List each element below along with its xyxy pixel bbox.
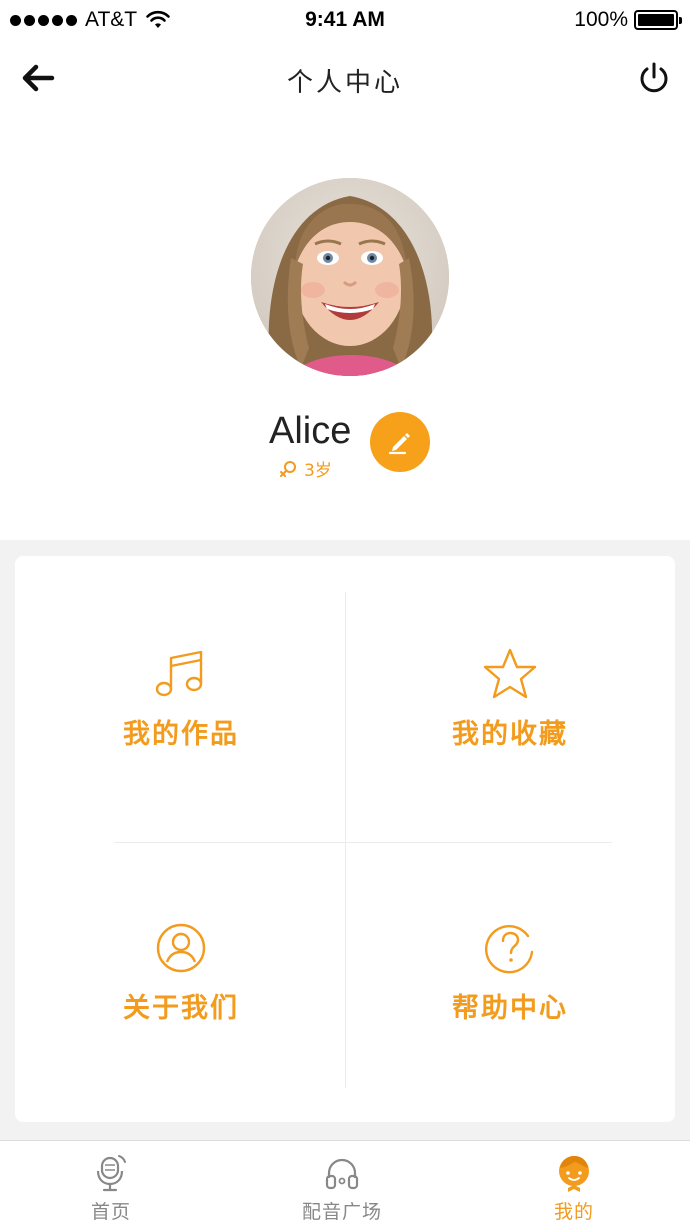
tab-label: 配音广场 <box>301 1201 382 1223</box>
page-title: 个人中心 <box>286 68 403 98</box>
menu-item-help-center[interactable]: 帮助中心 <box>370 918 650 1068</box>
logout-button[interactable] <box>636 60 672 96</box>
tab-mine[interactable]: 我的 <box>494 1153 654 1225</box>
kid-face-icon <box>554 1153 594 1193</box>
menu-card: 我的作品 我的收藏 关于我们 帮助中心 <box>15 556 675 1122</box>
menu-item-label: 关于我们 <box>123 993 239 1024</box>
grid-divider-vertical <box>345 592 346 1088</box>
menu-item-label: 我的作品 <box>123 719 239 750</box>
tab-label: 首页 <box>90 1201 131 1223</box>
profile-section: Alice 3岁 <box>0 114 690 540</box>
menu-item-my-favorites[interactable]: 我的收藏 <box>370 644 650 794</box>
nav-bar: 个人中心 <box>0 42 690 114</box>
menu-item-about-us[interactable]: 关于我们 <box>41 918 321 1068</box>
user-circle-icon <box>151 918 211 978</box>
grid-divider-horizontal <box>114 842 612 843</box>
headphones-icon <box>322 1153 362 1193</box>
tab-bar: 首页 配音广场 我的 <box>0 1140 690 1227</box>
user-age: 3岁 <box>304 461 332 481</box>
menu-item-label: 我的收藏 <box>452 719 568 750</box>
menu-item-my-works[interactable]: 我的作品 <box>41 644 321 794</box>
status-right: 100% <box>574 8 682 32</box>
user-name: Alice <box>269 410 352 452</box>
avatar[interactable] <box>251 178 449 376</box>
star-icon <box>480 644 540 704</box>
tab-label: 我的 <box>553 1201 594 1223</box>
status-bar: AT&T 9:41 AM 100% <box>0 0 690 42</box>
menu-item-label: 帮助中心 <box>452 993 568 1024</box>
power-icon <box>640 62 668 93</box>
edit-profile-button[interactable] <box>370 412 430 472</box>
tab-dubbing-square[interactable]: 配音广场 <box>262 1153 422 1225</box>
avatar-photo <box>251 178 449 376</box>
user-meta: 3岁 <box>278 456 332 481</box>
pencil-icon <box>388 433 410 455</box>
name-row: Alice <box>0 410 690 472</box>
question-circle-icon <box>480 918 540 978</box>
music-note-icon <box>151 644 211 704</box>
battery-percent: 100% <box>574 8 628 31</box>
female-icon <box>280 460 296 477</box>
microphone-icon <box>91 1153 131 1193</box>
tab-home[interactable]: 首页 <box>31 1153 191 1225</box>
battery-icon <box>634 10 682 30</box>
